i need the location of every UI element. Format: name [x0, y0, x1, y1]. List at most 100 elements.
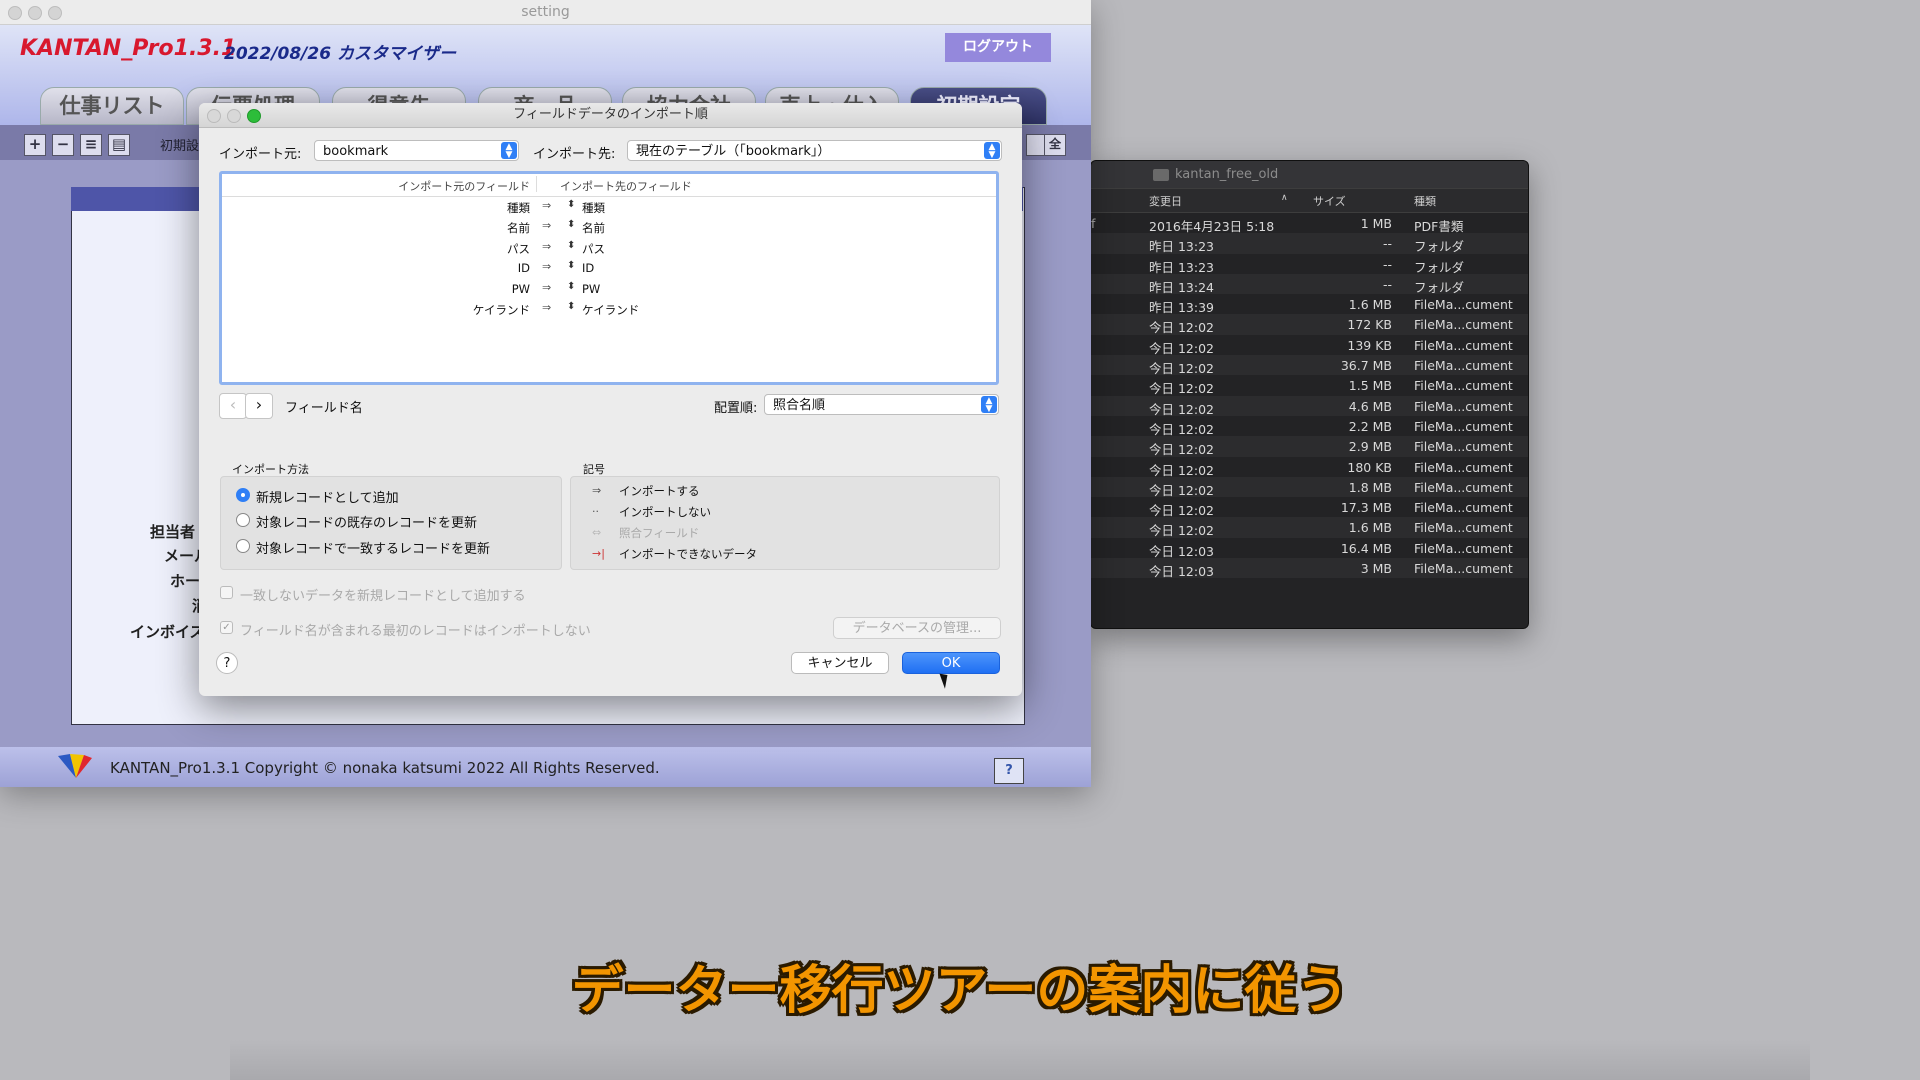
file-row[interactable]: 昨日 13:23 -- フォルダ	[1091, 254, 1528, 275]
symbols-title: 記号	[583, 463, 605, 476]
mapping-row[interactable]: ID ⇒ ⬍ ID	[222, 258, 996, 278]
col-target-fields: インポート先のフィールド	[560, 180, 692, 193]
file-row[interactable]: 今日 12:03 3 MB FileMa...cument	[1091, 558, 1528, 579]
close-button[interactable]	[8, 6, 22, 20]
file-row[interactable]: 今日 12:02 4.6 MB FileMa...cument	[1091, 395, 1528, 417]
field-mapping-list[interactable]: インポート元のフィールド インポート先のフィールド 種類 ⇒ ⬍ 種類 名前 ⇒ ⬍ 名前 パス…	[219, 171, 999, 385]
source-label: インポート元:	[219, 147, 302, 162]
mapping-header: インポート元のフィールド インポート先のフィールド	[222, 174, 996, 197]
file-row[interactable]: 今日 12:02 2.2 MB FileMa...cument	[1091, 416, 1528, 437]
toolbar-label: 初期設	[160, 139, 200, 154]
file-row[interactable]: 今日 12:02 1.5 MB FileMa...cument	[1091, 375, 1528, 396]
add-unmatched-checkbox[interactable]	[220, 586, 233, 599]
file-name-fragment: f	[1091, 216, 1096, 231]
mapping-source-field: 名前	[507, 221, 530, 236]
reorder-handle-icon[interactable]: ⬍	[567, 281, 575, 292]
file-row[interactable]: f 2016年4月23日 5:18 1 MB PDF書類	[1091, 213, 1528, 234]
symbol-import-label: インポートする	[619, 484, 700, 498]
dialog-close-button[interactable]	[207, 109, 221, 123]
field-name-label: フィールド名	[285, 401, 363, 416]
dialog-minimize-button[interactable]	[227, 109, 241, 123]
file-row[interactable]: 今日 12:02 17.3 MB FileMa...cument	[1091, 497, 1528, 519]
mapping-target-field: ケイランド	[582, 303, 640, 317]
file-row[interactable]: 今日 12:03 16.4 MB FileMa...cument	[1091, 538, 1528, 559]
mapping-target-field: ID	[582, 261, 595, 276]
app-window-title: setting	[521, 4, 570, 20]
minimize-button[interactable]	[28, 6, 42, 20]
target-label: インポート先:	[533, 147, 616, 162]
order-label: 配置順:	[714, 401, 758, 416]
file-size: 1.8 MB	[1348, 479, 1392, 495]
file-row[interactable]: 今日 12:02 1.6 MB FileMa...cument	[1091, 517, 1528, 538]
mapping-row[interactable]: PW ⇒ ⬍ PW	[222, 279, 996, 299]
footer-help-button[interactable]: ?	[994, 758, 1024, 784]
file-size: 1 MB	[1360, 216, 1392, 231]
file-date: 今日 12:02	[1149, 503, 1214, 519]
file-row[interactable]: 今日 12:02 139 KB FileMa...cument	[1091, 335, 1528, 356]
reorder-handle-icon[interactable]: ⬍	[567, 260, 575, 271]
delete-record-icon[interactable]: −	[52, 134, 74, 156]
form-view-icon[interactable]: ▤	[108, 134, 130, 156]
mapping-row[interactable]: 名前 ⇒ ⬍ 名前	[222, 217, 996, 237]
mapping-target-field: パス	[582, 241, 605, 256]
list-view-icon[interactable]: ≡	[80, 134, 102, 156]
source-select[interactable]: bookmark ▲ ▼	[314, 140, 519, 161]
dialog-zoom-button[interactable]	[247, 109, 261, 123]
order-select[interactable]: 照合名順 ▲ ▼	[764, 394, 999, 415]
file-kind: FileMa...cument	[1414, 337, 1513, 353]
file-kind: FileMa...cument	[1414, 479, 1513, 495]
reorder-handle-icon[interactable]: ⬍	[567, 219, 575, 230]
file-size: 2.2 MB	[1348, 418, 1392, 434]
zoom-button[interactable]	[48, 6, 62, 20]
ok-button[interactable]: OK	[902, 652, 1000, 674]
file-size: 1.6 MB	[1348, 520, 1392, 536]
file-size: 3 MB	[1360, 561, 1392, 577]
file-row[interactable]: 昨日 13:24 -- フォルダ	[1091, 273, 1528, 295]
column-modified[interactable]: 変更日	[1149, 193, 1182, 209]
method-update-matching-radio[interactable]	[236, 539, 250, 553]
reorder-handle-icon[interactable]: ⬍	[567, 301, 575, 312]
mapping-target-field: 名前	[582, 221, 605, 236]
cancel-button[interactable]: キャンセル	[791, 652, 889, 674]
manage-database-button[interactable]: データベースの管理...	[833, 617, 1001, 639]
mapping-row[interactable]: ケイランド ⇒ ⬍ ケイランド	[222, 299, 996, 319]
method-update-existing-radio[interactable]	[236, 513, 250, 527]
reorder-handle-icon[interactable]: ⬍	[567, 240, 575, 251]
skip-first-checkbox[interactable]: ✓	[220, 621, 233, 634]
column-kind[interactable]: 種類	[1414, 193, 1436, 209]
method-add-radio[interactable]	[236, 488, 250, 502]
toolbar-all-button[interactable]: 全	[1044, 134, 1066, 156]
symbol-no-import-label: インポートしない	[619, 505, 711, 519]
add-record-icon[interactable]: +	[24, 134, 46, 156]
file-kind: フォルダ	[1414, 259, 1465, 275]
file-date: 昨日 13:23	[1149, 239, 1214, 255]
file-date: 今日 12:02	[1149, 340, 1214, 356]
file-kind: FileMa...cument	[1414, 520, 1513, 536]
target-select[interactable]: 現在のテーブル（「bookmark」） ▲ ▼	[627, 140, 1002, 161]
file-row[interactable]: 今日 12:02 2.9 MB FileMa...cument	[1091, 436, 1528, 457]
skip-first-label: フィールド名が含まれる最初のレコードはインポートしない	[240, 624, 591, 639]
method-update-matching-label: 対象レコードで一致するレコードを更新	[256, 542, 491, 557]
file-date: 今日 12:02	[1149, 482, 1214, 498]
file-size: --	[1382, 236, 1392, 252]
mapping-row[interactable]: パス ⇒ ⬍ パス	[222, 238, 996, 258]
column-size[interactable]: サイズ	[1313, 193, 1346, 209]
prev-field-button[interactable]: ‹	[219, 393, 247, 419]
file-row[interactable]: 今日 12:02 36.7 MB FileMa...cument	[1091, 355, 1528, 376]
mapping-row[interactable]: 種類 ⇒ ⬍ 種類	[222, 197, 996, 217]
file-row[interactable]: 今日 12:02 172 KB FileMa...cument	[1091, 314, 1528, 335]
file-date: 今日 12:02	[1149, 401, 1214, 417]
file-row[interactable]: 今日 12:02 180 KB FileMa...cument	[1091, 457, 1528, 478]
file-row[interactable]: 今日 12:02 1.8 MB FileMa...cument	[1091, 476, 1528, 498]
next-field-button[interactable]: ›	[245, 393, 273, 419]
label-invoice: インボイス	[130, 623, 205, 641]
reorder-handle-icon[interactable]: ⬍	[567, 199, 575, 210]
folder-icon	[1153, 168, 1169, 181]
chevron-updown-icon: ▲ ▼	[501, 142, 517, 160]
file-row[interactable]: 昨日 13:39 1.6 MB FileMa...cument	[1091, 294, 1528, 315]
logout-button[interactable]: ログアウト	[945, 33, 1051, 62]
tab-job-list[interactable]: 仕事リスト	[40, 87, 184, 125]
finder-titlebar: kantan_free_old	[1091, 161, 1528, 188]
file-row[interactable]: 昨日 13:23 -- フォルダ	[1091, 233, 1528, 255]
help-button[interactable]: ?	[216, 652, 238, 674]
